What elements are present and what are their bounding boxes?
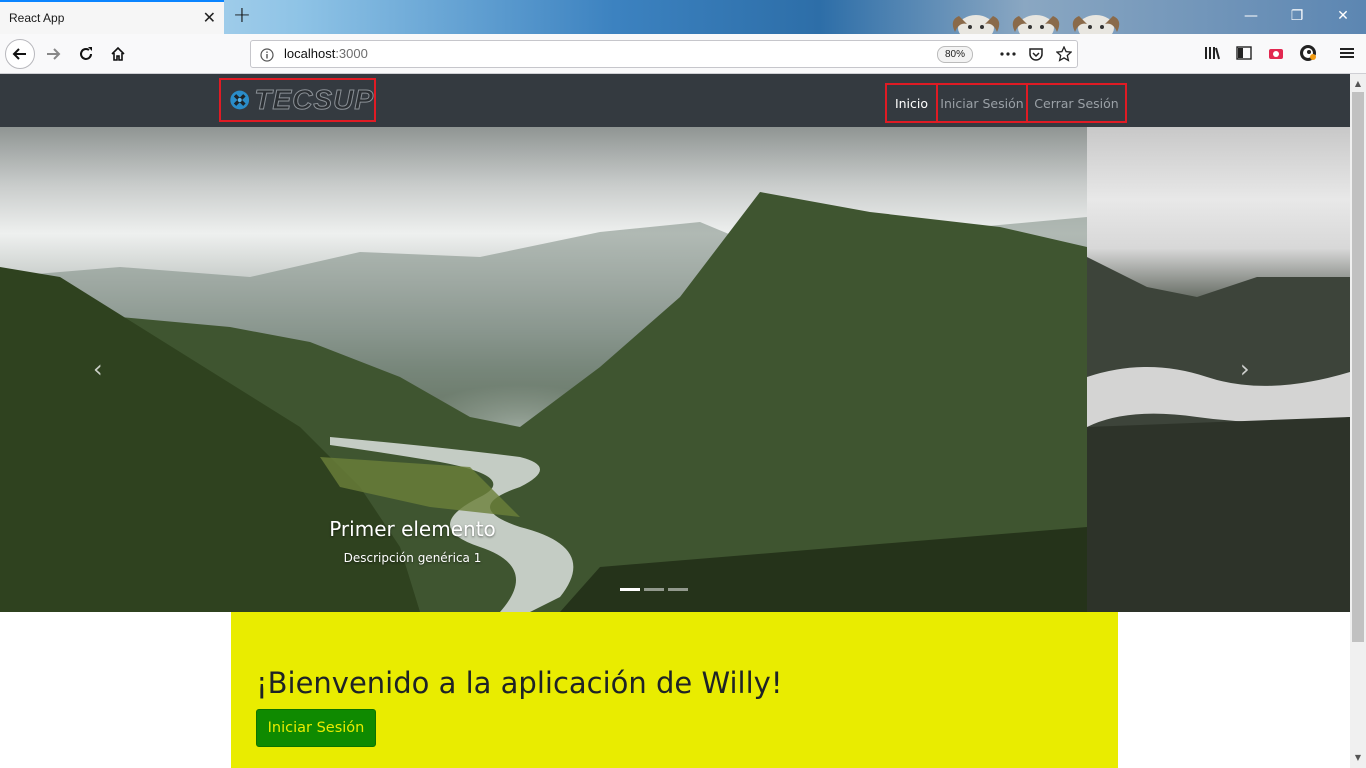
carousel-indicator[interactable] [644, 588, 664, 591]
new-tab-button[interactable]: + [230, 3, 254, 29]
mountain-mist-image [1087, 257, 1350, 612]
carousel-indicator[interactable] [668, 588, 688, 591]
carousel-next-button[interactable]: › [1240, 355, 1250, 383]
restore-button[interactable]: ❐ [1282, 5, 1312, 27]
extension-icon[interactable] [1295, 40, 1321, 66]
scrollbar-thumb[interactable] [1352, 92, 1364, 642]
forward-icon[interactable] [38, 39, 68, 69]
minimize-button[interactable]: — [1236, 5, 1266, 27]
url-port: :3000 [335, 46, 368, 61]
nav-link-inicio[interactable]: Inicio [885, 83, 938, 123]
login-button[interactable]: Iniciar Sesión [256, 709, 376, 747]
brand-logo[interactable]: TECSUP [219, 78, 376, 122]
carousel-indicators [620, 588, 688, 591]
welcome-heading: ¡Bienvenido a la aplicación de Willy! [256, 666, 783, 700]
tab-title: React App [9, 11, 65, 25]
more-icon[interactable] [995, 41, 1021, 67]
scroll-up-icon[interactable]: ▲ [1352, 76, 1364, 92]
star-icon[interactable] [1051, 41, 1077, 67]
browser-toolbar: localhost:3000 80% [0, 34, 1366, 74]
screenshot-icon[interactable] [1263, 40, 1289, 66]
pocket-icon[interactable] [1023, 41, 1049, 67]
slide-caption-title: Primer elemento [329, 517, 496, 541]
back-icon [5, 39, 35, 69]
tecsup-logo-icon [230, 90, 250, 110]
menu-icon[interactable] [1334, 40, 1360, 66]
home-icon[interactable] [103, 39, 133, 69]
url-text: localhost:3000 [284, 46, 368, 61]
scroll-down-icon[interactable]: ▼ [1352, 750, 1364, 766]
close-icon[interactable]: ✕ [203, 8, 216, 27]
close-window-button[interactable]: ✕ [1328, 5, 1358, 27]
app-navbar: TECSUP Inicio Iniciar Sesión Cerrar Sesi… [0, 74, 1350, 127]
carousel-prev-button[interactable]: ‹ [93, 355, 103, 383]
zoom-indicator[interactable]: 80% [937, 46, 973, 63]
page-viewport: TECSUP Inicio Iniciar Sesión Cerrar Sesi… [0, 74, 1350, 768]
library-icon[interactable] [1200, 40, 1226, 66]
nav-link-cerrar-sesion[interactable]: Cerrar Sesión [1026, 83, 1127, 123]
tab-strip: React App ✕ + — ❐ ✕ [0, 0, 1366, 41]
carousel-indicator[interactable] [620, 588, 640, 591]
sidebar-icon[interactable] [1231, 40, 1257, 66]
url-host: localhost [284, 46, 336, 61]
carousel-next-slide-image [1087, 127, 1350, 612]
nav-link-iniciar-sesion[interactable]: Iniciar Sesión [936, 83, 1028, 123]
tab-react-app[interactable]: React App ✕ [0, 0, 224, 34]
image-carousel: ‹ › Primer elemento Descripción genérica… [0, 127, 1350, 612]
url-bar[interactable]: localhost:3000 80% [250, 40, 1078, 68]
slide-caption-description: Descripción genérica 1 [343, 551, 482, 565]
logo-text: TECSUP [254, 84, 374, 116]
welcome-jumbotron: ¡Bienvenido a la aplicación de Willy! In… [231, 612, 1118, 768]
back-button[interactable] [5, 39, 35, 69]
reload-icon[interactable] [71, 39, 101, 69]
info-icon[interactable] [260, 47, 274, 66]
